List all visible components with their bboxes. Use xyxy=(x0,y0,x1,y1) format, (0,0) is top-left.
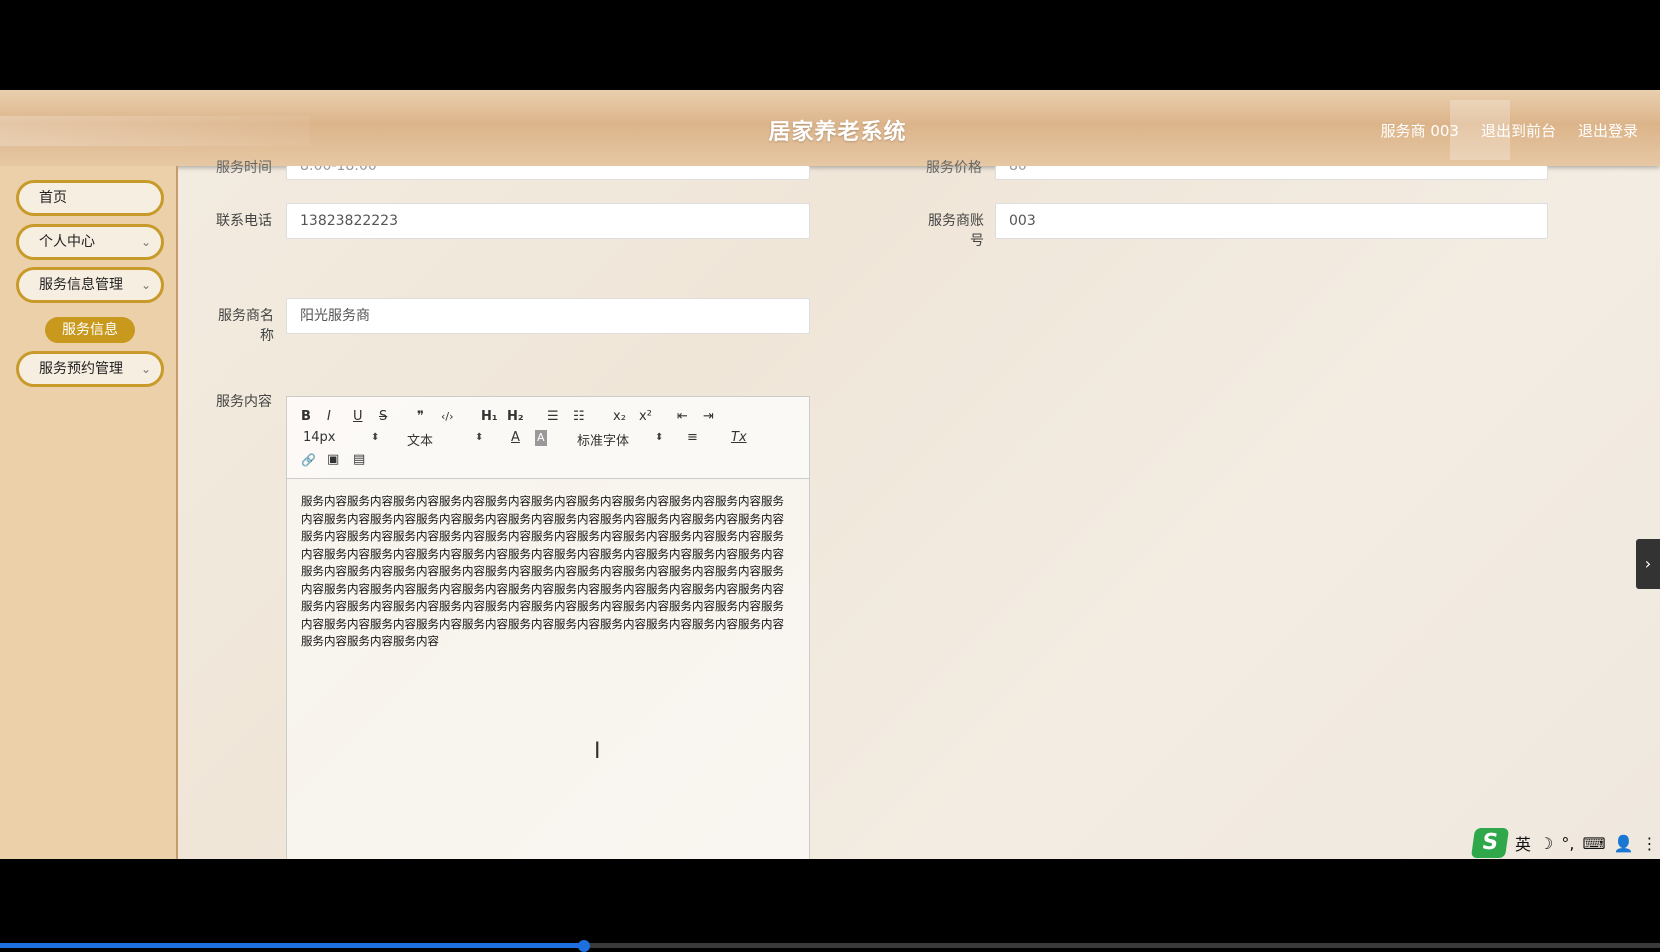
sidebar-item-service-booking-management[interactable]: 服务预约管理 ⌄ xyxy=(16,351,164,387)
current-user-label: 服务商 003 xyxy=(1380,122,1459,140)
bullet-list-icon[interactable]: ☷ xyxy=(573,409,585,425)
sidebar-item-label: 首页 xyxy=(39,190,67,206)
video-progress-handle[interactable] xyxy=(578,940,591,952)
text-cursor-icon: I xyxy=(594,739,601,764)
sidebar-item-label: 服务预约管理 xyxy=(39,361,123,377)
phone-field[interactable]: 13823822223 xyxy=(286,203,810,239)
sidebar-item-service-info-management[interactable]: 服务信息管理 ⌄ xyxy=(16,267,164,303)
heading-2-button[interactable]: H₂ xyxy=(507,409,524,425)
font-size-value: 14px xyxy=(303,430,336,445)
service-content-label: 服务内容 xyxy=(216,394,272,410)
outdent-icon[interactable]: ⇤ xyxy=(677,409,688,425)
video-letterbox-top xyxy=(0,0,1660,90)
heading-1-button[interactable]: H₁ xyxy=(481,409,498,425)
chevron-down-icon: ⌄ xyxy=(140,362,151,376)
provider-name-field[interactable]: 阳光服务商 xyxy=(286,298,810,334)
main-form: 服务时间 8:00-18:00 服务价格 80 联系电话 13823822223… xyxy=(180,160,1660,859)
service-price-field[interactable]: 80 xyxy=(995,166,1548,180)
font-size-select[interactable]: 14px ⬍ xyxy=(303,430,383,445)
sogou-logo-icon[interactable]: S xyxy=(1470,828,1510,858)
header-format-select[interactable]: 文本 ⬍ xyxy=(407,430,487,449)
sidebar-item-personal-center[interactable]: 个人中心 ⌄ xyxy=(16,224,164,260)
blockquote-icon[interactable]: ❞ xyxy=(417,409,424,425)
subscript-button[interactable]: x₂ xyxy=(613,409,626,425)
bold-button[interactable]: B xyxy=(301,409,311,425)
side-panel-toggle-button[interactable]: › xyxy=(1636,539,1660,589)
code-icon[interactable]: ‹/› xyxy=(441,409,454,425)
align-icon[interactable]: ≡ xyxy=(687,430,698,446)
more-icon[interactable]: ⋮ xyxy=(1641,834,1657,853)
select-arrows-icon: ⬍ xyxy=(371,432,380,443)
select-arrows-icon: ⬍ xyxy=(655,432,664,443)
sidebar-item-label: 个人中心 xyxy=(39,234,95,250)
provider-account-label: 服务商账号 xyxy=(928,213,984,249)
keyboard-icon[interactable]: ⌨ xyxy=(1582,834,1605,853)
font-family-value: 标准字体 xyxy=(577,434,630,449)
sidebar-subitem-service-info[interactable]: 服务信息 xyxy=(45,317,135,343)
ime-mode-toggle[interactable]: 英 xyxy=(1515,831,1531,855)
video-icon[interactable]: ▤ xyxy=(353,452,365,468)
video-progress-fill xyxy=(0,943,585,948)
link-icon[interactable]: 🔗 xyxy=(301,452,316,468)
italic-button[interactable]: I xyxy=(327,409,331,425)
provider-name-label: 服务商名称 xyxy=(218,308,274,344)
clear-format-icon[interactable]: Tx xyxy=(731,430,747,446)
strike-button[interactable]: S xyxy=(379,409,387,425)
image-icon[interactable]: ▣ xyxy=(327,452,339,468)
chevron-down-icon: ⌄ xyxy=(140,278,151,292)
phone-label: 联系电话 xyxy=(216,213,272,229)
background-color-icon[interactable]: A xyxy=(535,430,547,446)
logout-link[interactable]: 退出登录 xyxy=(1578,120,1638,141)
chevron-down-icon: ⌄ xyxy=(140,235,151,249)
font-color-icon[interactable]: A xyxy=(511,430,520,446)
ordered-list-icon[interactable]: ☰ xyxy=(547,409,559,425)
back-to-front-link[interactable]: 退出到前台 xyxy=(1481,120,1556,141)
video-letterbox-bottom xyxy=(0,859,1660,952)
moon-icon[interactable]: ☽ xyxy=(1539,834,1553,853)
sidebar-item-home[interactable]: 首页 xyxy=(16,180,164,216)
sidebar: 首页 个人中心 ⌄ 服务信息管理 ⌄ 服务信息 服务预约管理 ⌄ xyxy=(0,166,178,859)
underline-button[interactable]: U xyxy=(353,409,363,425)
superscript-button[interactable]: x² xyxy=(639,409,652,425)
header-format-value: 文本 xyxy=(407,434,434,449)
editor-toolbar: B I U S ❞ ‹/› H₁ H₂ ☰ ☷ x₂ x² ⇤ ⇥ 14px ⬍ xyxy=(287,397,809,479)
rich-text-editor[interactable]: B I U S ❞ ‹/› H₁ H₂ ☰ ☷ x₂ x² ⇤ ⇥ 14px ⬍ xyxy=(286,396,810,859)
punctuation-icon[interactable]: °, xyxy=(1561,834,1574,853)
user-icon[interactable]: 👤 xyxy=(1614,834,1634,853)
service-price-label: 服务价格 xyxy=(926,160,982,176)
font-family-select[interactable]: 标准字体 ⬍ xyxy=(577,430,667,449)
service-time-field[interactable]: 8:00-18:00 xyxy=(286,166,810,180)
editor-content[interactable]: 服务内容服务内容服务内容服务内容服务内容服务内容服务内容服务内容服务内容服务内容… xyxy=(301,493,795,651)
ime-toolbar: S 英 ☽ °, ⌨ 👤 ⋮ xyxy=(1470,827,1657,859)
sidebar-item-label: 服务信息管理 xyxy=(39,277,123,293)
header-links: 服务商 003 退出到前台 退出登录 xyxy=(1381,120,1638,141)
select-arrows-icon: ⬍ xyxy=(475,432,484,443)
header-bar: 居家养老系统 服务商 003 退出到前台 退出登录 xyxy=(0,90,1660,166)
video-progress-bar[interactable] xyxy=(0,940,1660,952)
service-time-label: 服务时间 xyxy=(216,160,272,176)
provider-account-field[interactable]: 003 xyxy=(995,203,1548,239)
indent-icon[interactable]: ⇥ xyxy=(703,409,714,425)
app-window: 居家养老系统 服务商 003 退出到前台 退出登录 首页 个人中心 ⌄ 服务信息… xyxy=(0,90,1660,859)
